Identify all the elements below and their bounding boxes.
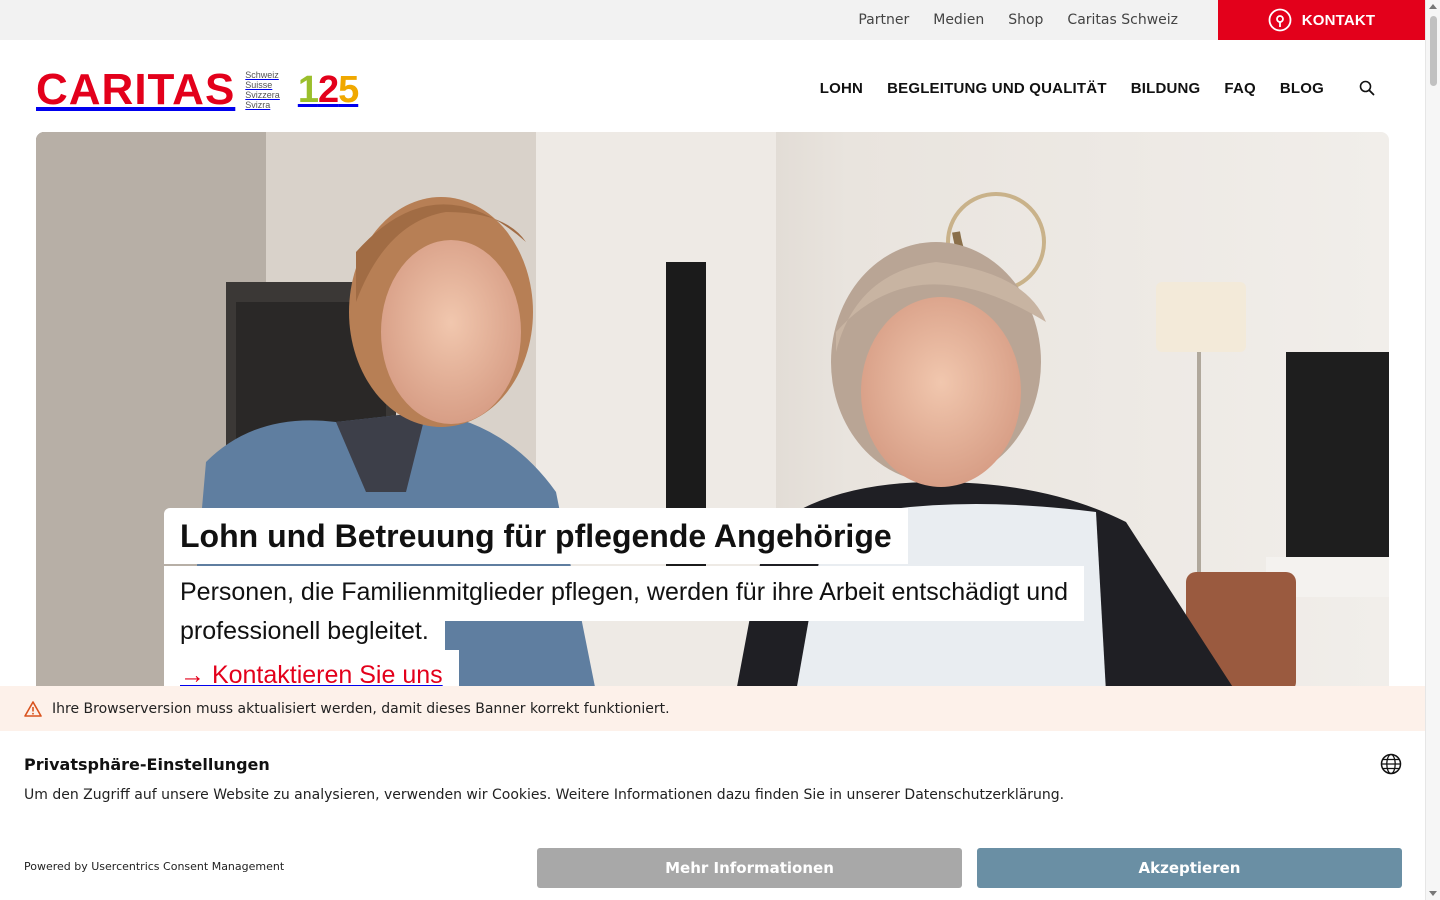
consent-banner: Privatsphäre-Einstellungen Um den Zugrif… [0,731,1425,900]
logo-language: Svizzera [245,90,280,100]
more-information-button[interactable]: Mehr Informationen [537,848,962,888]
scroll-up-arrow-icon[interactable] [1429,4,1437,9]
logo-language: Svizra [245,100,271,110]
utility-link-medien[interactable]: Medien [933,12,984,28]
powered-by-text: Powered by Usercentrics Consent Manageme… [24,860,285,873]
kontakt-button[interactable]: KONTAKT [1218,0,1425,40]
hero-subtitle-box-2: professionell begleitet. [164,617,445,652]
hero-title: Lohn und Betreuung für pflegende Angehör… [180,518,892,554]
hero-subtitle-line1: Personen, die Familienmitglieder pflegen… [180,578,1069,606]
scroll-down-arrow-icon[interactable] [1429,891,1437,896]
globe-icon[interactable] [1380,753,1402,775]
accept-button[interactable]: Akzeptieren [977,848,1402,888]
nav-item-blog[interactable]: BLOG [1280,80,1324,97]
utility-nav: Partner Medien Shop Caritas Schweiz [858,0,1178,40]
search-icon [1359,80,1375,96]
search-button[interactable] [1352,76,1382,100]
logo-languages: Schweiz Suisse Svizzera Svizra [245,70,280,110]
browser-warning-text: Ihre Browserversion muss aktualisiert we… [52,700,670,717]
browser-warning-bar: Ihre Browserversion muss aktualisiert we… [0,686,1425,731]
utility-link-partner[interactable]: Partner [858,12,909,28]
utility-link-shop[interactable]: Shop [1008,12,1043,28]
nav-item-begleitung[interactable]: BEGLEITUNG UND QUALITÄT [887,80,1107,97]
nav-item-lohn[interactable]: LOHN [820,80,863,97]
utility-bar: Partner Medien Shop Caritas Schweiz [0,0,1425,40]
warning-icon [24,700,42,717]
location-pin-icon [1268,8,1292,32]
nav-item-bildung[interactable]: BILDUNG [1131,80,1201,97]
utility-link-caritas-schweiz[interactable]: Caritas Schweiz [1067,12,1178,28]
caritas-logo[interactable]: CARITAS Schweiz Suisse Svizzera Svizra 1… [36,65,359,114]
nav-item-faq[interactable]: FAQ [1224,80,1255,97]
hero-subtitle-line2: professionell begleitet. [180,617,429,645]
anniversary-125-logo: 125 [297,69,359,111]
kontakt-label: KONTAKT [1301,11,1376,29]
logo-language: Suisse [245,80,273,90]
hero-title-box: Lohn und Betreuung für pflegende Angehör… [164,508,908,564]
hero-subtitle-box: Personen, die Familienmitglieder pflegen… [164,566,1085,621]
page-scrollbar[interactable] [1425,0,1440,900]
scrollbar-thumb[interactable] [1430,16,1437,86]
logo-language: Schweiz [245,70,279,80]
consent-description: Um den Zugriff auf unsere Website zu ana… [24,787,1065,803]
logo-wordmark: CARITAS [36,65,236,114]
main-nav: LOHN BEGLEITUNG UND QUALITÄT BILDUNG FAQ… [820,76,1382,100]
consent-title: Privatsphäre-Einstellungen [24,755,270,774]
